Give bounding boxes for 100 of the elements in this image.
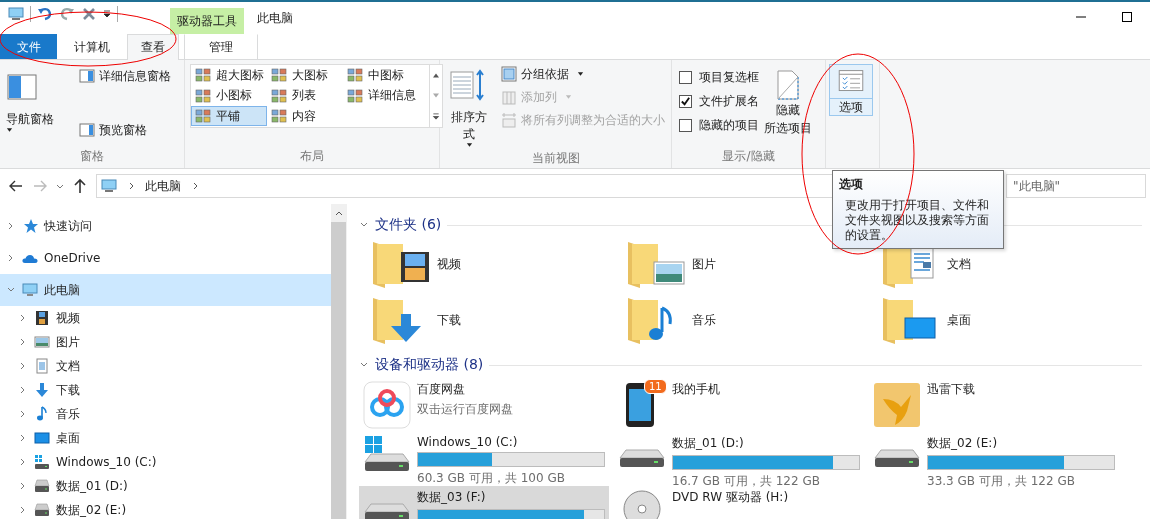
desktop-icon — [34, 430, 50, 446]
caret-icon — [577, 72, 584, 76]
tree-item[interactable]: 文档 — [0, 354, 331, 378]
chevron-right-icon[interactable] — [191, 182, 199, 190]
drive-icon — [363, 503, 411, 519]
layout-option[interactable]: 内容 — [267, 106, 343, 127]
folder-name: 下载 — [437, 311, 461, 329]
drive-icon — [618, 449, 666, 468]
undo-icon[interactable] — [37, 6, 53, 22]
device-name: Windows_10 (C:) — [417, 435, 519, 449]
tree-item[interactable]: 数据_01 (D:) — [0, 474, 331, 498]
checkbox-option[interactable]: 文件扩展名 — [679, 92, 759, 110]
expand-gallery-icon[interactable] — [432, 113, 440, 121]
folder-name: 音乐 — [692, 311, 716, 329]
layout-option[interactable]: 中图标 — [343, 65, 429, 85]
view-layout-icon — [347, 67, 363, 83]
folder-name: 图片 — [692, 255, 716, 273]
checkbox[interactable] — [679, 118, 692, 132]
caret-icon — [6, 128, 13, 132]
tooltip-title: 选项 — [839, 176, 864, 193]
ribbon-tab[interactable]: 管理 — [184, 34, 258, 59]
preview-pane-button[interactable]: 预览窗格 — [77, 120, 173, 140]
drive-icon — [873, 449, 921, 468]
device-tile[interactable]: 迅雷下载 — [869, 378, 1119, 432]
tree-item[interactable]: 桌面 — [0, 426, 331, 450]
group-label: 窗格 — [79, 148, 105, 165]
device-name: 我的手机 — [672, 381, 720, 398]
device-name: 数据_03 (F:) — [417, 489, 487, 506]
folder-tile[interactable]: 音乐 — [614, 292, 716, 348]
ribbon-tab[interactable]: 文件 — [0, 34, 57, 59]
tree-item[interactable]: 此电脑 — [0, 274, 331, 306]
device-name: DVD RW 驱动器 (H:) — [672, 489, 789, 506]
view-layout-icon — [347, 87, 363, 104]
ribbon-tab[interactable]: 查看 — [127, 34, 179, 60]
details-pane-button[interactable]: 详细信息窗格 — [77, 66, 173, 86]
layout-option[interactable]: 小图标 — [191, 85, 267, 106]
caret-icon[interactable] — [103, 10, 111, 18]
device-name: 百度网盘 — [417, 381, 466, 398]
folder-tile[interactable]: 桌面 — [869, 292, 971, 348]
window-title: 此电脑 — [257, 9, 293, 27]
folder-tile[interactable]: 下载 — [359, 292, 461, 348]
breadcrumb[interactable]: 此电脑 — [145, 177, 181, 195]
chevron-right-icon[interactable] — [127, 182, 135, 190]
document-icon — [34, 358, 50, 374]
tree-item[interactable]: 图片 — [0, 330, 331, 354]
search-field[interactable]: "此电脑" — [1006, 174, 1146, 198]
system-drive-icon — [34, 454, 50, 470]
tree-item[interactable]: Windows_10 (C:) — [0, 450, 331, 474]
film-icon — [34, 310, 50, 326]
computer-icon[interactable] — [8, 6, 24, 22]
scroll-down-icon[interactable] — [432, 92, 440, 100]
options-button[interactable]: 选项 — [829, 64, 873, 116]
folder-name: 桌面 — [947, 311, 971, 329]
preview-pane-icon — [79, 122, 95, 138]
drive-icon — [34, 478, 50, 494]
device-tile[interactable]: 11 我的手机 — [614, 378, 864, 432]
drive-icon — [34, 502, 50, 518]
layout-option[interactable]: 超大图标 — [191, 65, 267, 85]
navigation-pane-button[interactable]: 导航窗格 — [3, 64, 73, 148]
checkbox-option[interactable]: 隐藏的项目 — [679, 116, 759, 134]
tree-item[interactable]: 下载 — [0, 378, 331, 402]
view-layout-icon — [271, 87, 287, 104]
button-label-line: 隐藏 — [776, 102, 800, 119]
free-space-text: 60.3 GB 可用，共 100 GB — [417, 470, 566, 487]
up-arrow-icon[interactable] — [72, 178, 88, 194]
group-by-button[interactable]: 分组依据 — [499, 64, 667, 84]
checkbox[interactable] — [679, 94, 692, 108]
view-layout-icon — [271, 108, 287, 125]
folder-tile[interactable]: 视频 — [359, 236, 461, 292]
layout-option[interactable]: 列表 — [267, 85, 343, 106]
checkbox-option[interactable]: 项目复选框 — [679, 68, 759, 86]
section-header[interactable]: 设备和驱动器 (8) — [375, 356, 484, 374]
recent-caret-icon[interactable] — [56, 182, 64, 190]
back-icon[interactable] — [8, 178, 24, 194]
checkbox[interactable] — [679, 70, 692, 84]
tree-item[interactable]: 快速访问 — [0, 210, 331, 242]
section-header[interactable]: 文件夹 (6) — [375, 216, 442, 234]
layout-option[interactable]: 平铺 — [191, 106, 267, 127]
scroll-up-icon[interactable] — [432, 71, 440, 79]
delete-icon[interactable] — [81, 6, 97, 22]
group-label: 当前视图 — [530, 150, 581, 167]
view-layout-icon — [271, 67, 287, 83]
computer-icon — [22, 282, 38, 298]
tree-item[interactable]: OneDrive — [0, 242, 331, 274]
device-tile[interactable]: 数据_03 (F:) — [359, 486, 609, 519]
device-name: 迅雷下载 — [927, 381, 975, 398]
tree-item[interactable]: 音乐 — [0, 402, 331, 426]
redo-icon[interactable] — [59, 6, 75, 22]
layout-option[interactable]: 详细信息 — [343, 85, 429, 106]
device-name: 数据_02 (E:) — [927, 435, 999, 452]
device-tile[interactable]: 百度网盘 双击运行百度网盘 — [359, 378, 609, 432]
caret-icon — [565, 95, 572, 99]
device-name: 数据_01 (D:) — [672, 435, 745, 452]
tree-item[interactable]: 视频 — [0, 306, 331, 330]
layout-option[interactable]: 大图标 — [267, 65, 343, 85]
scroll-up-icon[interactable] — [334, 210, 343, 216]
device-tile[interactable]: Windows_10 (C:) 60.3 GB 可用，共 100 GB — [359, 432, 609, 486]
tree-item[interactable]: 数据_02 (E:) — [0, 498, 331, 519]
sort-by-button[interactable]: 排序方式 — [443, 64, 495, 150]
folder-tile[interactable]: 图片 — [614, 236, 716, 292]
